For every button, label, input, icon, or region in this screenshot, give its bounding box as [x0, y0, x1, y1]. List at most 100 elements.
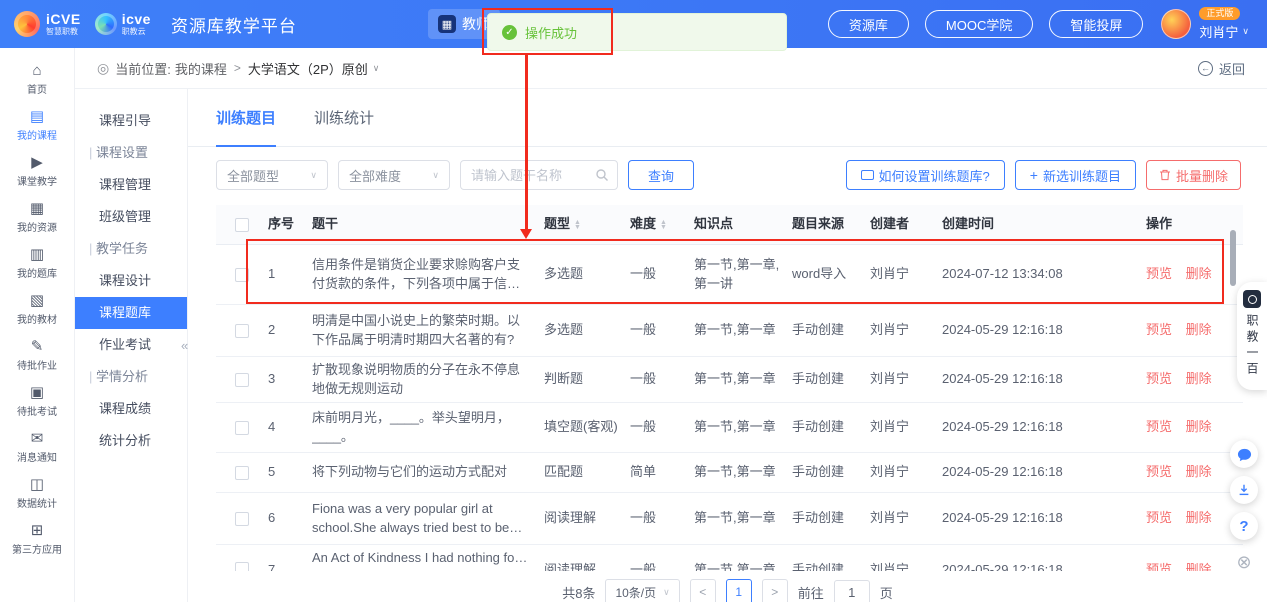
- sidebar-item-home[interactable]: ⌂ 首页: [0, 56, 74, 102]
- submenu-course-guide[interactable]: 课程引导: [75, 105, 187, 137]
- delete-link[interactable]: 删除: [1186, 562, 1212, 571]
- submenu-course-question-bank[interactable]: 课程题库: [75, 297, 187, 329]
- sidebar-item-notifications[interactable]: ✉ 消息通知: [0, 424, 74, 470]
- difficulty-select[interactable]: 全部难度 ∨: [338, 160, 450, 190]
- table-row-partial[interactable]: 7 An Act of Kindness I had nothing for b…: [216, 545, 1243, 571]
- sidebar-item-my-courses[interactable]: ▤ 我的课程: [0, 102, 74, 148]
- tab-training-statistics[interactable]: 训练统计: [314, 89, 374, 146]
- table-row[interactable]: 3 扩散现象说明物质的分子在永不停息地做无规则运动 判断题 一般 第一节,第一章…: [216, 357, 1243, 403]
- submenu-course-management[interactable]: 课程管理: [75, 169, 187, 201]
- row-question: 将下列动物与它们的运动方式配对: [312, 463, 544, 482]
- row-time: 2024-05-29 12:16:18: [942, 370, 1118, 389]
- preview-link[interactable]: 预览: [1146, 322, 1172, 337]
- nav-resource-library[interactable]: 资源库: [828, 10, 909, 38]
- zhijiaoyun-logo: icve 职教云: [122, 12, 151, 36]
- select-all-checkbox[interactable]: [235, 218, 249, 232]
- row-source: 手动创建: [792, 321, 870, 340]
- breadcrumb-current-course[interactable]: 大学语文（2P）原创: [248, 59, 368, 78]
- table-row[interactable]: 4 床前明月光，____。举头望明月，____。 填空题(客观) 一般 第一节,…: [216, 403, 1243, 453]
- sort-icons[interactable]: ▲ ▼: [660, 220, 667, 230]
- sort-icons[interactable]: ▲ ▼: [574, 220, 581, 230]
- close-float-button[interactable]: ⊗: [1230, 548, 1258, 576]
- sort-desc-icon[interactable]: ▼: [660, 225, 667, 230]
- chat-float-button[interactable]: [1230, 440, 1258, 468]
- row-creator: 刘肖宁: [870, 509, 942, 528]
- submenu-class-management[interactable]: 班级管理: [75, 201, 187, 233]
- delete-link[interactable]: 删除: [1186, 464, 1212, 479]
- row-no: 4: [268, 418, 312, 437]
- download-icon: [1237, 483, 1251, 497]
- next-page-button[interactable]: >: [762, 579, 788, 602]
- download-float-button[interactable]: [1230, 476, 1258, 504]
- row-knowledge: 第一节,第一章: [694, 463, 792, 482]
- sidebar-collapse-icon[interactable]: «: [181, 338, 188, 353]
- sidebar-item-my-textbooks[interactable]: ▧ 我的教材: [0, 286, 74, 332]
- delete-link[interactable]: 删除: [1186, 322, 1212, 337]
- help-float-button[interactable]: ?: [1230, 512, 1258, 540]
- back-button[interactable]: ← 返回: [1198, 59, 1245, 78]
- nav-mooc-academy[interactable]: MOOC学院: [925, 10, 1033, 38]
- row-knowledge: 第一节,第一章: [694, 321, 792, 340]
- preview-link[interactable]: 预览: [1146, 510, 1172, 525]
- preview-link[interactable]: 预览: [1146, 371, 1172, 386]
- submenu-course-grades[interactable]: 课程成绩: [75, 393, 187, 425]
- question-type-select[interactable]: 全部题型 ∨: [216, 160, 328, 190]
- user-menu[interactable]: 正式版 刘肖宁 ∨: [1161, 7, 1249, 42]
- header-type[interactable]: 题型 ▲ ▼: [544, 215, 630, 234]
- prev-page-button[interactable]: <: [690, 579, 716, 602]
- course-dropdown-icon[interactable]: ∨: [373, 63, 380, 74]
- row-difficulty: 一般: [630, 509, 694, 528]
- row-question: 床前明月光，____。举头望明月，____。: [312, 409, 544, 447]
- sidebar-item-third-party-apps[interactable]: ⊞ 第三方应用: [0, 516, 74, 562]
- batch-delete-button[interactable]: 批量删除: [1146, 160, 1241, 190]
- sidebar-item-my-question-bank[interactable]: ▥ 我的题库: [0, 240, 74, 286]
- row-checkbox[interactable]: [235, 512, 249, 526]
- search-input[interactable]: [471, 168, 595, 183]
- page-1-button[interactable]: 1: [726, 579, 752, 602]
- sidebar-item-classroom-teaching[interactable]: ▶ 课堂教学: [0, 148, 74, 194]
- avatar[interactable]: [1161, 9, 1191, 39]
- table-row[interactable]: 2 明清是中国小说史上的繁荣时期。以下作品属于明清时期四大名著的有? 多选题 一…: [216, 305, 1243, 357]
- query-button[interactable]: 查询: [628, 160, 694, 190]
- chevron-down-icon: ∨: [310, 170, 317, 181]
- tab-training-questions[interactable]: 训练题目: [216, 89, 276, 146]
- sort-desc-icon[interactable]: ▼: [574, 225, 581, 230]
- row-difficulty: 一般: [630, 545, 694, 571]
- submenu-statistical-analysis[interactable]: 统计分析: [75, 425, 187, 457]
- row-checkbox[interactable]: [235, 562, 249, 571]
- preview-link[interactable]: 预览: [1146, 562, 1172, 571]
- sidebar-item-pending-homework[interactable]: ✎ 待批作业: [0, 332, 74, 378]
- table-row[interactable]: 6 Fiona was a very popular girl at schoo…: [216, 493, 1243, 545]
- header-difficulty[interactable]: 难度 ▲ ▼: [630, 215, 694, 234]
- preview-link[interactable]: 预览: [1146, 464, 1172, 479]
- submenu-homework-exams[interactable]: 作业考试: [75, 329, 187, 361]
- chevron-down-icon: ∨: [1242, 26, 1249, 37]
- help-setup-button[interactable]: 如何设置训练题库?: [846, 160, 1005, 190]
- delete-link[interactable]: 删除: [1186, 510, 1212, 525]
- sidebar-item-data-statistics[interactable]: ◫ 数据统计: [0, 470, 74, 516]
- zhijiao-100-tab[interactable]: 职教一百: [1237, 282, 1267, 390]
- breadcrumb-my-courses[interactable]: 我的课程: [175, 59, 227, 78]
- sidebar-item-my-resources[interactable]: ▦ 我的资源: [0, 194, 74, 240]
- search-icon[interactable]: [595, 168, 609, 182]
- row-checkbox[interactable]: [235, 373, 249, 387]
- goto-page-input[interactable]: [834, 580, 870, 602]
- delete-link[interactable]: 删除: [1186, 371, 1212, 386]
- add-training-questions-button[interactable]: + 新选训练题目: [1015, 160, 1136, 190]
- page-size-select[interactable]: 10条/页 ∨: [605, 579, 679, 602]
- row-difficulty: 一般: [630, 418, 694, 437]
- delete-link[interactable]: 删除: [1186, 419, 1212, 434]
- submenu-course-design[interactable]: 课程设计: [75, 265, 187, 297]
- goto-unit: 页: [880, 583, 893, 602]
- row-no: 5: [268, 463, 312, 482]
- sidebar-item-pending-exams[interactable]: ▣ 待批考试: [0, 378, 74, 424]
- preview-link[interactable]: 预览: [1146, 419, 1172, 434]
- table-scrollbar[interactable]: [1230, 230, 1236, 286]
- row-checkbox[interactable]: [235, 466, 249, 480]
- table-row[interactable]: 5 将下列动物与它们的运动方式配对 匹配题 简单 第一节,第一章 手动创建 刘肖…: [216, 453, 1243, 493]
- row-checkbox[interactable]: [235, 421, 249, 435]
- row-checkbox[interactable]: [235, 324, 249, 338]
- row-source: 手动创建: [792, 545, 870, 571]
- nav-smart-screencast[interactable]: 智能投屏: [1049, 10, 1143, 38]
- user-info: 正式版 刘肖宁 ∨: [1199, 7, 1249, 42]
